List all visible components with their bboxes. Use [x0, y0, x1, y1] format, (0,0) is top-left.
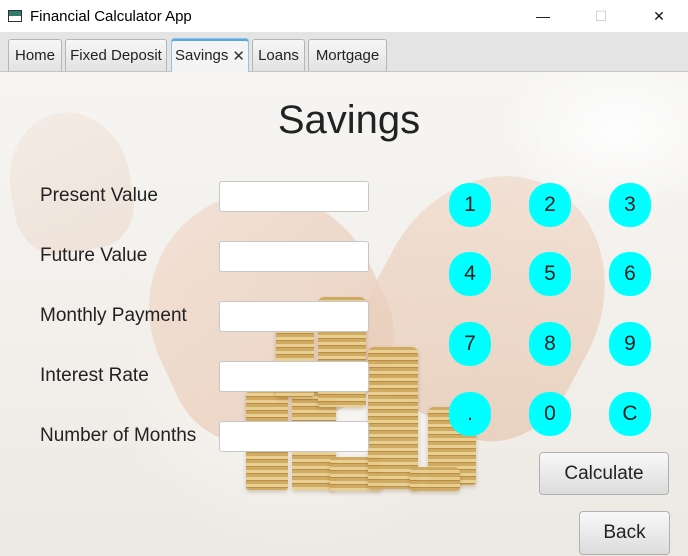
number-of-months-input[interactable]	[219, 421, 369, 452]
page-title: Savings	[277, 98, 421, 142]
keypad-clear-button[interactable]: C	[609, 392, 651, 436]
title-bar: Financial Calculator App — ☐ ✕	[0, 0, 688, 32]
interest-rate-label: Interest Rate	[40, 365, 149, 386]
coin-stack	[410, 467, 460, 491]
tab-label: Savings	[175, 47, 229, 64]
keypad-decimal-button[interactable]: .	[449, 392, 491, 436]
minimize-icon[interactable]: —	[514, 0, 572, 32]
savings-panel: Savings Present Value Future Value Month…	[0, 72, 688, 556]
tab-mortgage[interactable]: Mortgage	[308, 39, 387, 71]
keypad-5-button[interactable]: 5	[529, 252, 571, 296]
tab-label: Home	[14, 47, 55, 64]
keypad-4-button[interactable]: 4	[449, 252, 491, 296]
tab-loans[interactable]: Loans	[252, 39, 305, 71]
tab-label: Mortgage	[315, 47, 380, 64]
close-icon[interactable]: ✕	[630, 0, 688, 32]
future-value-label: Future Value	[40, 245, 148, 266]
future-value-input[interactable]	[219, 241, 369, 272]
keypad-8-button[interactable]: 8	[529, 322, 571, 366]
coin-stack	[368, 347, 418, 489]
keypad-7-button[interactable]: 7	[449, 322, 491, 366]
calculate-button[interactable]: Calculate	[539, 452, 669, 495]
keypad-0-button[interactable]: 0	[529, 392, 571, 436]
present-value-label: Present Value	[40, 185, 158, 206]
keypad-1-button[interactable]: 1	[449, 183, 491, 227]
keypad-2-button[interactable]: 2	[529, 183, 571, 227]
tab-label: Fixed Deposit	[70, 47, 162, 64]
window-title: Financial Calculator App	[30, 7, 192, 25]
tab-savings[interactable]: Savings ✕	[171, 38, 249, 72]
app-icon	[8, 10, 22, 22]
back-button[interactable]: Back	[579, 511, 670, 555]
keypad-9-button[interactable]: 9	[609, 322, 651, 366]
maximize-icon[interactable]: ☐	[572, 0, 630, 32]
tab-label: Loans	[258, 47, 299, 64]
number-of-months-label: Number of Months	[40, 425, 197, 446]
tab-home[interactable]: Home	[8, 39, 62, 71]
keypad-3-button[interactable]: 3	[609, 183, 651, 227]
window-controls: — ☐ ✕	[514, 0, 688, 32]
interest-rate-input[interactable]	[219, 361, 369, 392]
monthly-payment-label: Monthly Payment	[40, 305, 187, 326]
tab-fixed-deposit[interactable]: Fixed Deposit	[65, 39, 167, 71]
monthly-payment-input[interactable]	[219, 301, 369, 332]
close-tab-icon[interactable]: ✕	[232, 47, 245, 65]
tab-bar: Home Fixed Deposit Savings ✕ Loans Mortg…	[0, 32, 688, 72]
keypad-6-button[interactable]: 6	[609, 252, 651, 296]
present-value-input[interactable]	[219, 181, 369, 212]
